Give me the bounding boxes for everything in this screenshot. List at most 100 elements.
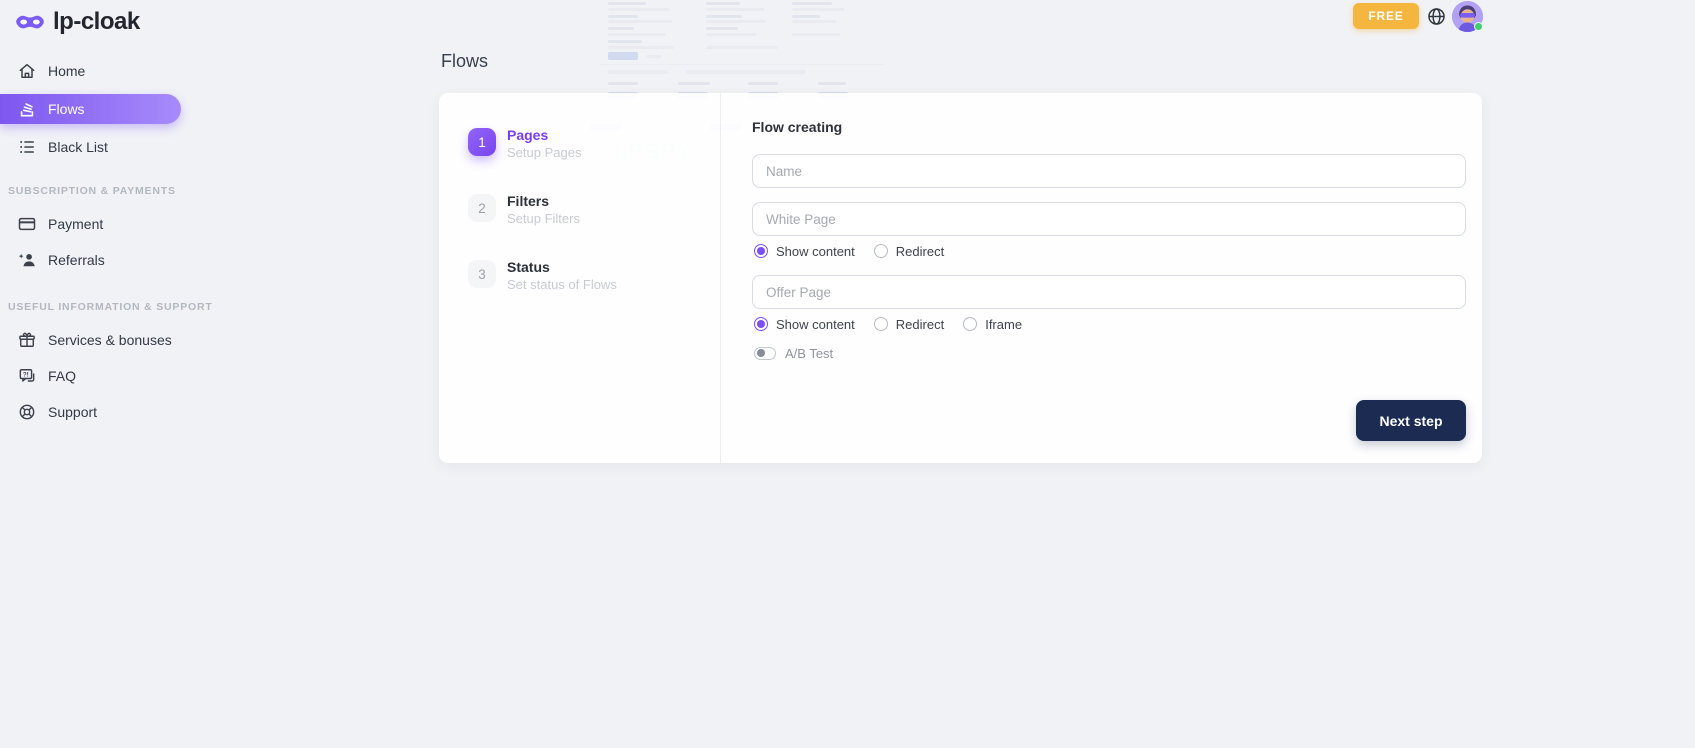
radio-label: Redirect <box>896 244 944 259</box>
ghost-bar <box>706 46 778 49</box>
step-number: 1 <box>468 128 496 156</box>
sidebar-section-items: Services & bonuses ?! FAQ Support <box>0 322 181 430</box>
sidebar-item-payment[interactable]: Payment <box>0 206 181 242</box>
ghost-card-title <box>608 82 638 85</box>
step-number: 3 <box>468 260 496 288</box>
sidebar: lp-cloak Home Flows <box>0 0 181 748</box>
sidebar-section-title: USEFUL INFORMATION & SUPPORT <box>8 300 181 314</box>
step-status[interactable]: 3 Status Set status of Flows <box>468 260 720 292</box>
home-icon <box>17 61 37 81</box>
radio-icon <box>754 317 768 331</box>
offer-page-mode-group: Show content Redirect Iframe <box>754 316 1466 332</box>
gift-icon <box>17 330 37 350</box>
ab-test-toggle[interactable] <box>754 347 776 360</box>
ghost-bar <box>608 8 670 11</box>
step-title: Status <box>507 260 617 275</box>
radio-icon <box>754 244 768 258</box>
sidebar-item-black-list[interactable]: Black List <box>0 128 181 166</box>
radio-iframe[interactable]: Iframe <box>963 317 1022 332</box>
chat-question-icon: ?! <box>17 366 37 386</box>
radio-icon <box>963 317 977 331</box>
plan-badge-free[interactable]: FREE <box>1353 3 1419 29</box>
ghost-bar <box>792 20 836 23</box>
ghost-bar <box>608 33 666 36</box>
radio-label: Iframe <box>985 317 1022 332</box>
sidebar-item-faq[interactable]: ?! FAQ <box>0 358 181 394</box>
stepper: 1 Pages Setup Pages 2 Filters Setup Filt… <box>439 93 720 326</box>
mask-icon <box>15 12 45 32</box>
ghost-bar <box>608 2 646 5</box>
step-title: Pages <box>507 128 581 143</box>
online-status-dot <box>1474 22 1483 31</box>
list-icon <box>17 137 37 157</box>
sidebar-item-label: Support <box>48 404 97 420</box>
ghost-bar <box>706 20 766 23</box>
step-number: 2 <box>468 194 496 222</box>
ghost-bar <box>706 2 740 5</box>
sidebar-nav: Home Flows Black List <box>0 52 181 166</box>
section-title-text: USEFUL INFORMATION & SUPPORT <box>8 301 213 313</box>
stack-icon <box>17 99 37 119</box>
step-pages[interactable]: 1 Pages Setup Pages <box>468 128 720 160</box>
sidebar-item-services-bonuses[interactable]: Services & bonuses <box>0 322 181 358</box>
radio-show-content[interactable]: Show content <box>754 317 855 332</box>
flow-creating-card: 1 Pages Setup Pages 2 Filters Setup Filt… <box>439 93 1482 463</box>
ghost-bar <box>792 2 832 5</box>
globe-icon[interactable] <box>1426 6 1447 27</box>
white-page-mode-group: Show content Redirect <box>754 243 1466 259</box>
ghost-bar <box>792 8 844 11</box>
sidebar-item-flows[interactable]: Flows <box>0 94 181 124</box>
step-title: Filters <box>507 194 580 209</box>
toggle-knob <box>757 349 765 357</box>
radio-redirect[interactable]: Redirect <box>874 317 944 332</box>
step-subtitle: Setup Filters <box>507 211 580 226</box>
ab-test-toggle-row[interactable]: A/B Test <box>754 346 1466 360</box>
form-title: Flow creating <box>752 119 1466 135</box>
flow-creating-form: Flow creating Show content Redirect Show… <box>721 93 1482 463</box>
ghost-bar <box>608 40 642 43</box>
ghost-pagination <box>686 70 806 74</box>
ghost-card-title <box>678 82 710 85</box>
sidebar-item-label: Payment <box>48 216 103 232</box>
app-logo[interactable]: lp-cloak <box>15 8 181 36</box>
sidebar-item-home[interactable]: Home <box>0 52 181 90</box>
next-step-button[interactable]: Next step <box>1356 400 1466 441</box>
step-subtitle: Setup Pages <box>507 145 581 160</box>
ab-test-label: A/B Test <box>785 346 833 361</box>
step-subtitle: Set status of Flows <box>507 277 617 292</box>
radio-label: Show content <box>776 317 855 332</box>
sidebar-item-label: Black List <box>48 139 108 155</box>
sidebar-item-label: FAQ <box>48 368 76 384</box>
sidebar-item-label: Home <box>48 63 85 79</box>
ghost-bar <box>608 46 674 49</box>
ghost-bar <box>706 15 742 18</box>
ghost-bar <box>706 27 738 30</box>
ghost-card-title <box>818 82 846 85</box>
ghost-bar <box>792 15 820 18</box>
white-page-input[interactable] <box>752 202 1466 236</box>
step-filters[interactable]: 2 Filters Setup Filters <box>468 194 720 226</box>
ghost-bar <box>706 8 764 11</box>
ghost-bar <box>646 55 662 58</box>
name-input[interactable] <box>752 154 1466 188</box>
ghost-divider <box>600 64 884 65</box>
ghost-button <box>608 52 638 60</box>
sidebar-item-referrals[interactable]: Referrals <box>0 242 181 278</box>
page-title: Flows <box>441 51 488 72</box>
radio-icon <box>874 244 888 258</box>
ghost-card-title <box>748 82 778 85</box>
ghost-bar <box>792 33 840 36</box>
sidebar-item-support[interactable]: Support <box>0 394 181 430</box>
sidebar-section-title: SUBSCRIPTION & PAYMENTS <box>8 184 181 198</box>
radio-redirect[interactable]: Redirect <box>874 244 944 259</box>
credit-card-icon <box>17 214 37 234</box>
radio-show-content[interactable]: Show content <box>754 244 855 259</box>
ghost-bar <box>706 33 756 36</box>
person-star-icon <box>17 250 37 270</box>
offer-page-input[interactable] <box>752 275 1466 309</box>
radio-icon <box>874 317 888 331</box>
ghost-bar <box>608 27 634 30</box>
ghost-pagination <box>608 70 668 74</box>
svg-text:?!: ?! <box>23 372 29 379</box>
radio-label: Show content <box>776 244 855 259</box>
